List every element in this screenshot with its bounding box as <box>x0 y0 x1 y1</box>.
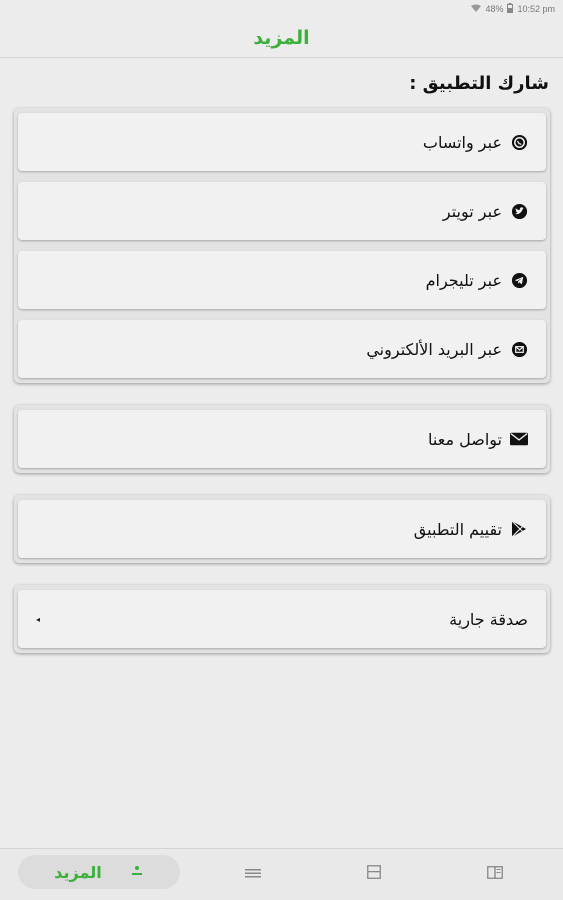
battery-level: 48% <box>485 4 504 14</box>
status-bar: 48% 10:52 pm <box>0 0 563 18</box>
share-email-row[interactable]: عبر البريد الألكتروني <box>18 320 546 378</box>
twitter-icon <box>510 202 528 220</box>
wifi-icon <box>471 4 482 14</box>
share-twitter-row[interactable]: عبر تويتر <box>18 182 546 240</box>
whatsapp-icon <box>510 133 528 151</box>
email-circle-icon <box>510 340 528 358</box>
more-icon <box>130 863 144 882</box>
share-heading: شارك التطبيق : <box>409 73 549 94</box>
chevron-left-icon: ◂ <box>36 614 41 624</box>
telegram-icon <box>510 271 528 289</box>
book-icon <box>487 864 503 883</box>
nav-more-label: المزيد <box>54 862 102 882</box>
nav-item-book[interactable] <box>485 863 505 883</box>
contact-us-row[interactable]: تواصل معنا <box>18 410 546 468</box>
contact-group: تواصل معنا <box>14 405 550 473</box>
nav-item-grid[interactable] <box>364 863 384 883</box>
share-group: عبر واتساب عبر تويتر عبر تليجرام عبر الب… <box>14 108 550 383</box>
share-email-label: عبر البريد الألكتروني <box>366 339 502 359</box>
share-telegram-label: عبر تليجرام <box>425 270 502 290</box>
clock: 10:52 pm <box>517 4 555 14</box>
play-store-icon <box>510 520 528 538</box>
nav-item-list[interactable] <box>243 863 263 883</box>
page-title: المزيد <box>253 26 310 49</box>
battery-icon <box>507 3 514 15</box>
charity-group: ◂ صدقة جارية <box>14 585 550 653</box>
rate-app-label: تقييم التطبيق <box>413 519 502 539</box>
share-telegram-row[interactable]: عبر تليجرام <box>18 251 546 309</box>
contact-us-label: تواصل معنا <box>428 429 502 449</box>
share-whatsapp-row[interactable]: عبر واتساب <box>18 113 546 171</box>
envelope-icon <box>510 430 528 448</box>
list-icon <box>245 864 261 883</box>
bottom-nav: المزيد <box>0 848 563 900</box>
nav-item-more[interactable]: المزيد <box>18 855 180 889</box>
rate-app-row[interactable]: تقييم التطبيق <box>18 500 546 558</box>
charity-label: صدقة جارية <box>449 609 528 629</box>
share-whatsapp-label: عبر واتساب <box>422 132 502 152</box>
share-twitter-label: عبر تويتر <box>442 201 502 221</box>
rate-group: تقييم التطبيق <box>14 495 550 563</box>
app-bar: المزيد <box>0 18 563 58</box>
charity-row[interactable]: ◂ صدقة جارية <box>18 590 546 648</box>
grid-icon <box>367 864 381 883</box>
